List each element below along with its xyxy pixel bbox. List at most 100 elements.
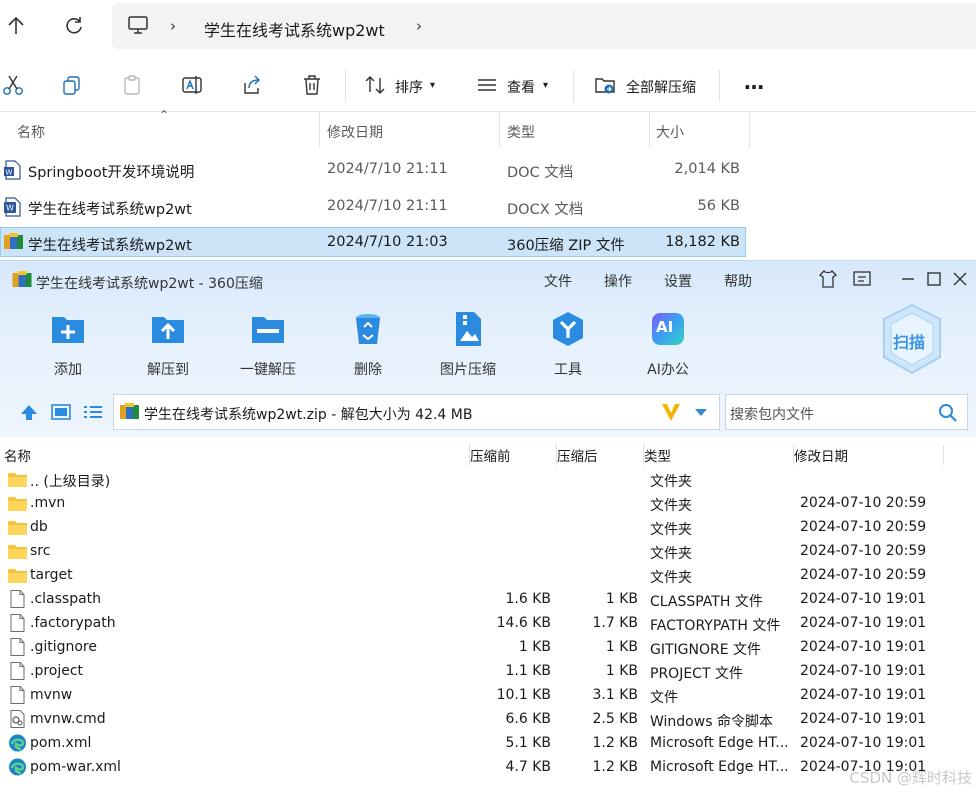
archive-path-field[interactable]: 学生在线考试系统wp2wt.zip - 解包大小为 42.4 MB	[113, 394, 720, 430]
word-docx-icon: W	[4, 197, 21, 217]
add-button[interactable]: 添加	[18, 309, 118, 389]
archive-row[interactable]: .classpath 1.6 KB 1 KB CLASSPATH 文件 2024-07-…	[0, 587, 976, 611]
file-row-selected[interactable]: 学生在线考试系统wp2wt 2024/7/10 21:03 360压缩 ZIP …	[0, 227, 746, 257]
copy-icon[interactable]	[61, 74, 83, 96]
archive-item-after: 1 KB	[605, 663, 638, 679]
archive-item-after: 2.5 KB	[592, 711, 639, 727]
close-icon[interactable]	[948, 267, 972, 291]
thumbnail-view-icon[interactable]	[50, 402, 72, 422]
breadcrumb-folder[interactable]: 学生在线考试系统wp2wt	[204, 17, 385, 41]
archive-row[interactable]: pom-war.xml 4.7 KB 1.2 KB Microsoft Edge HT…	[0, 755, 976, 779]
sort-icon[interactable]	[364, 74, 386, 96]
chevron-right-icon[interactable]: ›	[416, 17, 422, 35]
archive-col-after[interactable]: 压缩后	[557, 445, 644, 465]
explorer-address-bar: › 学生在线考试系统wp2wt ›	[0, 0, 976, 52]
explorer-command-bar: 排序 ▾ 查看 ▾ 全部解压缩 …	[0, 60, 976, 112]
column-type[interactable]: 类型	[500, 112, 650, 148]
sort-button[interactable]: 排序	[395, 77, 423, 97]
archive-col-type-label: 类型	[644, 449, 671, 465]
menu-file[interactable]: 文件	[544, 271, 572, 291]
archive-item-before: 1.1 KB	[505, 663, 552, 679]
archive-item-before: 4.7 KB	[505, 759, 552, 775]
paste-icon[interactable]	[121, 74, 143, 96]
archive-item-after: 1 KB	[605, 591, 638, 607]
more-options-button[interactable]: …	[744, 70, 764, 94]
column-date[interactable]: 修改日期	[320, 112, 500, 148]
menu-help[interactable]: 帮助	[724, 271, 752, 291]
up-level-icon[interactable]	[18, 402, 40, 422]
archive-row[interactable]: .. (上级目录) 文件夹	[0, 467, 976, 491]
refresh-icon[interactable]	[60, 12, 88, 40]
archive-item-date: 2024-07-10 20:59	[800, 519, 927, 535]
column-size-label: 大小	[656, 125, 684, 141]
column-name-label: 名称	[17, 125, 45, 141]
search-icon[interactable]	[938, 403, 958, 423]
menu-operate[interactable]: 操作	[604, 271, 632, 291]
archive-item-date: 2024-07-10 20:59	[800, 543, 927, 559]
feedback-icon[interactable]	[850, 267, 874, 291]
extract-to-button[interactable]: 解压到	[118, 309, 218, 389]
archive-item-date: 2024-07-10 19:01	[800, 735, 927, 751]
file-icon	[8, 590, 27, 608]
image-compress-button[interactable]: 图片压缩	[418, 309, 518, 389]
archive-row[interactable]: .mvn 文件夹 2024-07-10 20:59	[0, 491, 976, 515]
file-row[interactable]: W Springboot开发环境说明 2024/7/10 21:11 DOC 文…	[0, 152, 746, 188]
view-button[interactable]: 查看	[507, 77, 535, 97]
skin-shirt-icon[interactable]	[816, 267, 840, 291]
archive-col-date[interactable]: 修改日期	[794, 445, 944, 465]
chevron-down-icon[interactable]: ▾	[430, 80, 435, 91]
extract-folder-icon[interactable]	[594, 74, 616, 96]
menu-settings[interactable]: 设置	[664, 271, 692, 291]
cut-icon[interactable]	[2, 74, 24, 96]
archive-col-before[interactable]: 压缩前	[470, 445, 557, 465]
archive-item-after: 1.2 KB	[592, 735, 639, 751]
minimize-icon[interactable]	[896, 267, 920, 291]
archive-row[interactable]: db 文件夹 2024-07-10 20:59	[0, 515, 976, 539]
archive-row[interactable]: mvnw.cmd 6.6 KB 2.5 KB Windows 命令脚本 2024-07-…	[0, 707, 976, 731]
tools-button[interactable]: 工具	[518, 309, 618, 389]
archive-col-name[interactable]: 名称	[0, 445, 470, 465]
maximize-icon[interactable]	[922, 267, 946, 291]
view-icon[interactable]	[476, 74, 498, 96]
share-icon[interactable]	[241, 74, 263, 96]
one-click-extract-button[interactable]: 一键解压	[218, 309, 318, 389]
chevron-down-icon[interactable]: ▾	[543, 80, 548, 91]
archive-row[interactable]: .factorypath 14.6 KB 1.7 KB FACTORYPATH 文件 2…	[0, 611, 976, 635]
address-field[interactable]: › 学生在线考试系统wp2wt ›	[112, 3, 976, 49]
chevron-right-icon[interactable]: ›	[170, 17, 176, 35]
extract-all-button[interactable]: 全部解压缩	[626, 77, 696, 97]
archive-item-date: 2024-07-10 19:01	[800, 615, 927, 631]
archive-search-input[interactable]: 搜索包内文件	[725, 394, 968, 430]
add-file-icon	[52, 317, 84, 343]
archive-col-type[interactable]: 类型	[644, 445, 794, 465]
archive-item-before: 5.1 KB	[505, 735, 552, 751]
archive-row[interactable]: target 文件夹 2024-07-10 20:59	[0, 563, 976, 587]
archive-row[interactable]: pom.xml 5.1 KB 1.2 KB Microsoft Edge HT... 2…	[0, 731, 976, 755]
ai-office-button[interactable]: AI AI办公	[618, 309, 718, 389]
archive-row[interactable]: src 文件夹 2024-07-10 20:59	[0, 539, 976, 563]
archive-item-type: 文件夹	[650, 570, 692, 586]
column-size[interactable]: 大小	[650, 112, 750, 148]
list-view-icon[interactable]	[82, 402, 104, 422]
v-shield-icon[interactable]	[660, 401, 682, 423]
scan-button[interactable]: 扫描	[880, 303, 944, 375]
file-row[interactable]: W 学生在线考试系统wp2wt 2024/7/10 21:11 DOCX 文档 …	[0, 189, 746, 225]
archive-item-after: 1.7 KB	[592, 615, 639, 631]
up-arrow-icon[interactable]	[2, 12, 30, 40]
folder-icon	[8, 470, 27, 488]
archive-item-type: 文件夹	[650, 474, 692, 490]
archive-item-before: 10.1 KB	[496, 687, 551, 703]
zip-window: 学生在线考试系统wp2wt - 360压缩 文件 操作 设置 帮助 添加 解压到…	[0, 260, 976, 794]
archive-row[interactable]: mvnw 10.1 KB 3.1 KB 文件 2024-07-10 19:01	[0, 683, 976, 707]
image-compress-label: 图片压缩	[440, 362, 496, 378]
delete-button[interactable]: 删除	[318, 309, 418, 389]
rename-icon[interactable]	[181, 74, 203, 96]
delete-icon[interactable]	[301, 74, 323, 96]
archive-row[interactable]: .project 1.1 KB 1 KB PROJECT 文件 2024-07-10 1…	[0, 659, 976, 683]
archive-item-date: 2024-07-10 19:01	[800, 639, 927, 655]
dropdown-arrow-icon[interactable]	[694, 407, 708, 417]
archive-item-type: 文件	[650, 690, 678, 706]
archive-row[interactable]: .gitignore 1 KB 1 KB GITIGNORE 文件 2024-07-10…	[0, 635, 976, 659]
explorer-column-header: 名称 ⌃ 修改日期 类型 大小	[0, 108, 976, 148]
archive-path-text: 学生在线考试系统wp2wt.zip - 解包大小为 42.4 MB	[144, 407, 473, 423]
